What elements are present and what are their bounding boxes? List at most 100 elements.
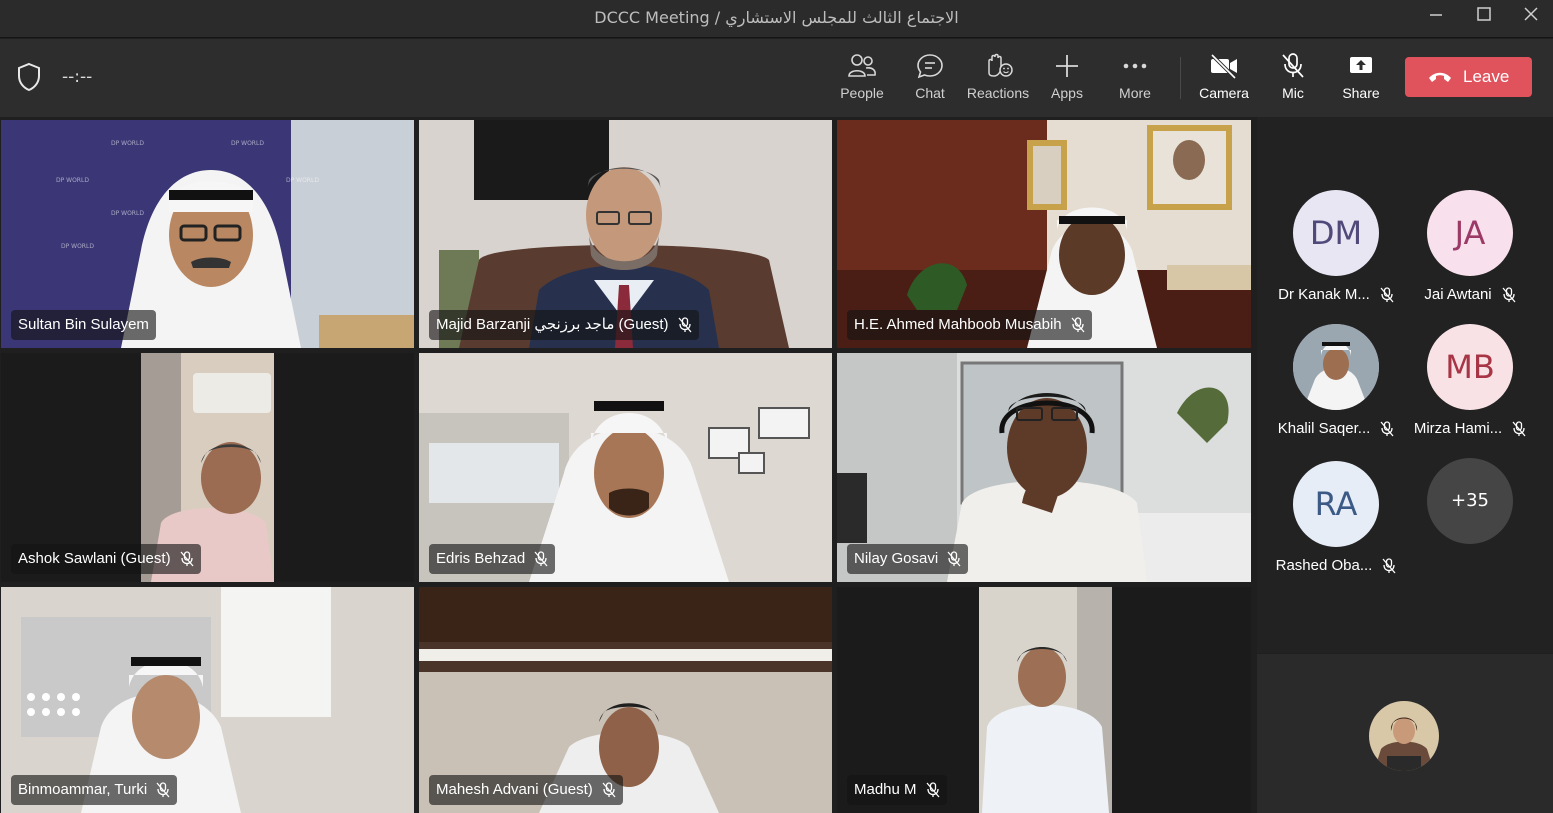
participant-name: Majid Barzanji ماجد برزنجي (Guest) bbox=[436, 316, 669, 333]
more-participants-button[interactable]: +35 bbox=[1405, 458, 1535, 544]
video-tile[interactable]: DP WORLD DP WORLD DP WORLD DP WORLD DP WORLD… bbox=[1, 120, 414, 348]
reactions-icon bbox=[988, 53, 1013, 77]
shield-icon[interactable] bbox=[15, 61, 43, 93]
participant-nametag: Mahesh Advani (Guest) bbox=[429, 775, 623, 805]
roster-name: Khalil Saqer... bbox=[1277, 420, 1371, 437]
participant-nametag: Sultan Bin Sulayem bbox=[11, 310, 156, 340]
mic-off-icon bbox=[1282, 53, 1304, 78]
mic-off-icon bbox=[180, 551, 194, 567]
maximize-icon bbox=[1477, 7, 1491, 21]
svg-text:DP WORLD: DP WORLD bbox=[56, 177, 89, 184]
participant-name: Sultan Bin Sulayem bbox=[18, 316, 149, 333]
plus-icon bbox=[1056, 55, 1078, 77]
participant-name: H.E. Ahmed Mahboob Musabih bbox=[854, 316, 1062, 333]
minimize-icon bbox=[1430, 14, 1442, 16]
mic-off-icon bbox=[1512, 420, 1526, 436]
self-avatar bbox=[1369, 701, 1439, 771]
participant-roster: DM Dr Kanak M... JA Jai Awtani Khalil Sa… bbox=[1257, 117, 1553, 653]
profile-photo bbox=[1293, 324, 1379, 410]
people-label: People bbox=[840, 85, 884, 101]
participant-nametag: Nilay Gosavi bbox=[847, 544, 969, 574]
participant-name: Nilay Gosavi bbox=[854, 550, 939, 567]
video-tile[interactable]: Edris Behzad bbox=[419, 353, 832, 582]
people-icon bbox=[848, 54, 876, 77]
avatar: JA bbox=[1427, 190, 1513, 276]
mic-button[interactable]: Mic bbox=[1259, 49, 1327, 109]
self-view[interactable] bbox=[1257, 654, 1553, 813]
share-icon bbox=[1350, 57, 1372, 73]
participant-name: Mahesh Advani (Guest) bbox=[436, 781, 593, 798]
video-tile[interactable]: Mahesh Advani (Guest) bbox=[419, 587, 832, 813]
title-bar: DCCC Meeting / الاجتماع الثالث للمجلس ال… bbox=[0, 0, 1553, 38]
chat-label: Chat bbox=[915, 85, 945, 101]
roster-name: Dr Kanak M... bbox=[1278, 286, 1370, 303]
video-tile[interactable]: Ashok Sawlani (Guest) bbox=[1, 353, 414, 582]
close-button[interactable] bbox=[1515, 4, 1547, 32]
svg-text:DP WORLD: DP WORLD bbox=[111, 140, 144, 147]
share-label: Share bbox=[1342, 85, 1380, 101]
leave-label: Leave bbox=[1463, 67, 1510, 86]
video-tile[interactable]: H.E. Ahmed Mahboob Musabih bbox=[837, 120, 1251, 348]
mic-off-icon bbox=[1071, 317, 1085, 333]
mic-off-icon bbox=[926, 782, 940, 798]
leave-button[interactable]: Leave bbox=[1405, 57, 1532, 97]
window-title: DCCC Meeting / الاجتماع الثالث للمجلس ال… bbox=[594, 8, 959, 27]
chat-icon bbox=[917, 54, 943, 79]
roster-name: Jai Awtani bbox=[1424, 286, 1492, 303]
mic-off-icon bbox=[1380, 286, 1394, 302]
participant-nametag: Ashok Sawlani (Guest) bbox=[11, 544, 201, 574]
roster-participant[interactable]: JA Jai Awtani bbox=[1405, 190, 1535, 303]
svg-text:DP WORLD: DP WORLD bbox=[231, 140, 264, 147]
video-tile[interactable]: Majid Barzanji ماجد برزنجي (Guest) bbox=[419, 120, 832, 348]
video-tile[interactable]: Madhu M bbox=[837, 587, 1251, 813]
camera-button[interactable]: Camera bbox=[1190, 49, 1258, 109]
svg-text:DP WORLD: DP WORLD bbox=[61, 243, 94, 250]
roster-participant[interactable]: DM Dr Kanak M... bbox=[1271, 190, 1401, 303]
chat-button[interactable]: Chat bbox=[896, 49, 964, 109]
participant-name: Edris Behzad bbox=[436, 550, 526, 567]
apps-label: Apps bbox=[1051, 85, 1083, 101]
video-tile[interactable]: Binmoammar, Turki bbox=[1, 587, 414, 813]
mic-off-icon bbox=[947, 551, 961, 567]
svg-text:DP WORLD: DP WORLD bbox=[111, 210, 144, 217]
participant-nametag: Majid Barzanji ماجد برزنجي (Guest) bbox=[429, 310, 699, 340]
mic-off-icon bbox=[1382, 557, 1396, 573]
avatar: MB bbox=[1427, 324, 1513, 410]
roster-participant[interactable]: MB Mirza Hami... bbox=[1405, 324, 1535, 437]
maximize-button[interactable] bbox=[1468, 4, 1500, 32]
meeting-timer: --:-- bbox=[62, 67, 93, 87]
self-photo bbox=[1369, 701, 1439, 771]
more-label: More bbox=[1119, 85, 1151, 101]
participant-nametag: Edris Behzad bbox=[429, 544, 556, 574]
camera-off-icon bbox=[1210, 53, 1237, 79]
participant-name: Binmoammar, Turki bbox=[18, 781, 148, 798]
people-button[interactable]: People bbox=[828, 49, 896, 109]
reactions-label: Reactions bbox=[966, 85, 1030, 101]
svg-text:DP WORLD: DP WORLD bbox=[286, 177, 319, 184]
minimize-button[interactable] bbox=[1420, 4, 1452, 32]
roster-participant[interactable]: RA Rashed Oba... bbox=[1271, 461, 1401, 574]
participant-name: Ashok Sawlani (Guest) bbox=[18, 550, 171, 567]
phone-hangup-icon bbox=[1429, 72, 1451, 82]
reactions-button[interactable]: Reactions bbox=[964, 49, 1032, 109]
avatar: RA bbox=[1293, 461, 1379, 547]
participant-nametag: H.E. Ahmed Mahboob Musabih bbox=[847, 310, 1092, 340]
mic-off-icon bbox=[678, 317, 692, 333]
mic-off-icon bbox=[1380, 420, 1394, 436]
more-icon bbox=[1123, 63, 1147, 69]
participant-nametag: Madhu M bbox=[847, 775, 947, 805]
avatar: DM bbox=[1293, 190, 1379, 276]
share-button[interactable]: Share bbox=[1327, 49, 1395, 109]
video-tile[interactable]: Nilay Gosavi bbox=[837, 353, 1251, 582]
more-button[interactable]: More bbox=[1101, 49, 1169, 109]
participant-nametag: Binmoammar, Turki bbox=[11, 775, 178, 805]
roster-name: Rashed Oba... bbox=[1275, 557, 1373, 574]
participant-name: Madhu M bbox=[854, 781, 917, 798]
roster-participant[interactable]: Khalil Saqer... bbox=[1271, 324, 1401, 437]
meeting-toolbar: --:-- People Chat Reactions Apps More Ca… bbox=[0, 39, 1553, 117]
roster-name: Mirza Hami... bbox=[1413, 420, 1503, 437]
toolbar-divider bbox=[1180, 57, 1181, 99]
close-icon bbox=[1524, 7, 1538, 21]
apps-button[interactable]: Apps bbox=[1033, 49, 1101, 109]
mic-off-icon bbox=[534, 551, 548, 567]
